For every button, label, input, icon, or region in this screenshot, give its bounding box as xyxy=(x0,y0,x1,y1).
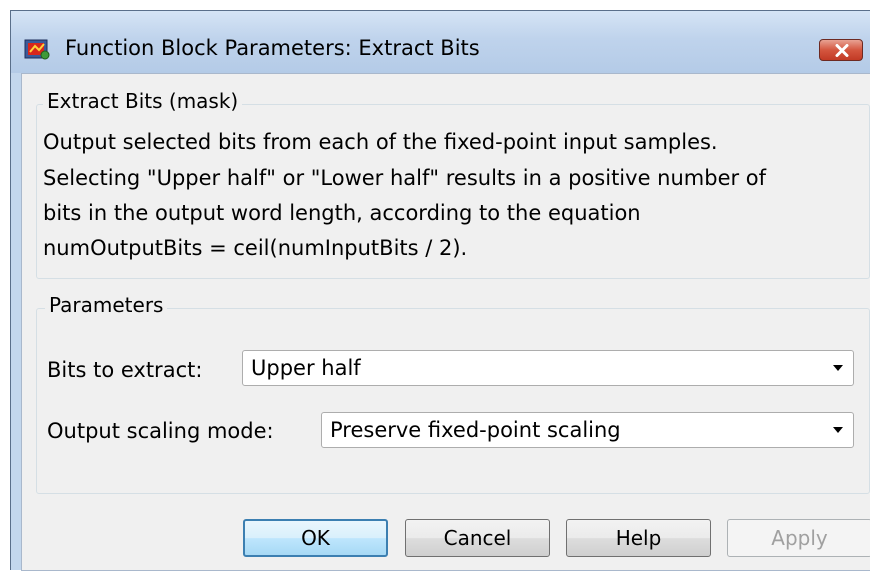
description-line: numOutputBits = ceil(numInputBits / 2). xyxy=(43,236,468,260)
output-scaling-mode-label: Output scaling mode: xyxy=(47,419,274,443)
dialog-client-area: Extract Bits (mask) Output selected bits… xyxy=(21,73,870,571)
apply-button[interactable]: Apply xyxy=(727,519,870,557)
simulink-block-icon xyxy=(24,39,50,60)
output-scaling-mode-value: Preserve fixed-point scaling xyxy=(330,418,621,442)
bits-to-extract-value: Upper half xyxy=(251,356,361,380)
bits-to-extract-label: Bits to extract: xyxy=(47,358,203,382)
cancel-button[interactable]: Cancel xyxy=(405,519,550,557)
title-bar[interactable]: Function Block Parameters: Extract Bits xyxy=(11,11,870,73)
description-line: Output selected bits from each of the fi… xyxy=(43,130,718,154)
output-scaling-mode-select[interactable]: Preserve fixed-point scaling xyxy=(321,412,854,448)
chevron-down-icon xyxy=(833,365,843,371)
parameters-group xyxy=(36,308,870,494)
parameters-group-title: Parameters xyxy=(45,293,168,317)
dialog-window: Function Block Parameters: Extract Bits … xyxy=(10,10,870,571)
ok-button[interactable]: OK xyxy=(243,519,388,557)
close-icon xyxy=(835,44,849,57)
description-line: bits in the output word length, accordin… xyxy=(43,201,641,225)
close-button[interactable] xyxy=(819,39,863,61)
window-title: Function Block Parameters: Extract Bits xyxy=(65,36,480,60)
description-group-title: Extract Bits (mask) xyxy=(43,89,243,113)
description-line: Selecting "Upper half" or "Lower half" r… xyxy=(43,166,767,190)
chevron-down-icon xyxy=(833,427,843,433)
bits-to-extract-select[interactable]: Upper half xyxy=(242,350,854,386)
help-button[interactable]: Help xyxy=(566,519,711,557)
